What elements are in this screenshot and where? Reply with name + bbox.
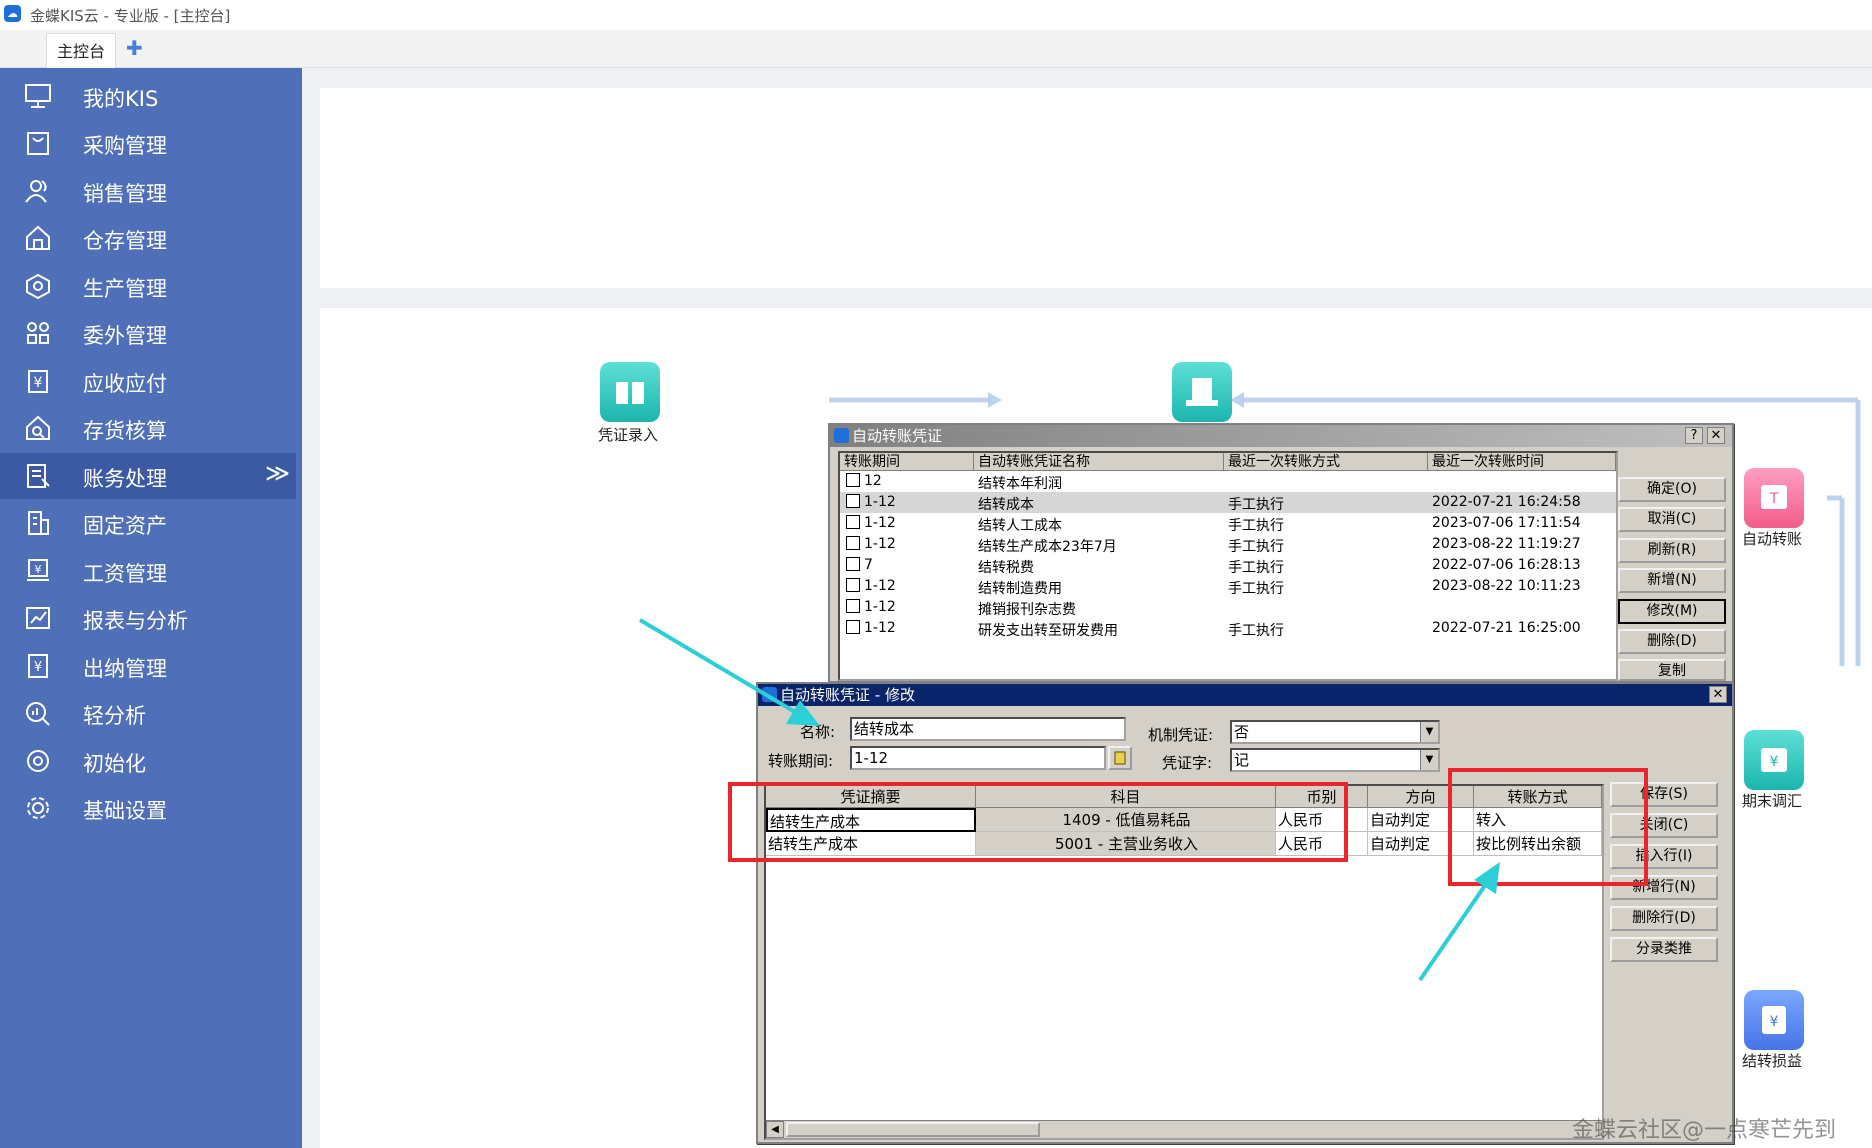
- annotation-arrows: [638, 618, 1500, 982]
- watermark-text: 金蝶云社区@一点寒芒先到: [1572, 1118, 1837, 1143]
